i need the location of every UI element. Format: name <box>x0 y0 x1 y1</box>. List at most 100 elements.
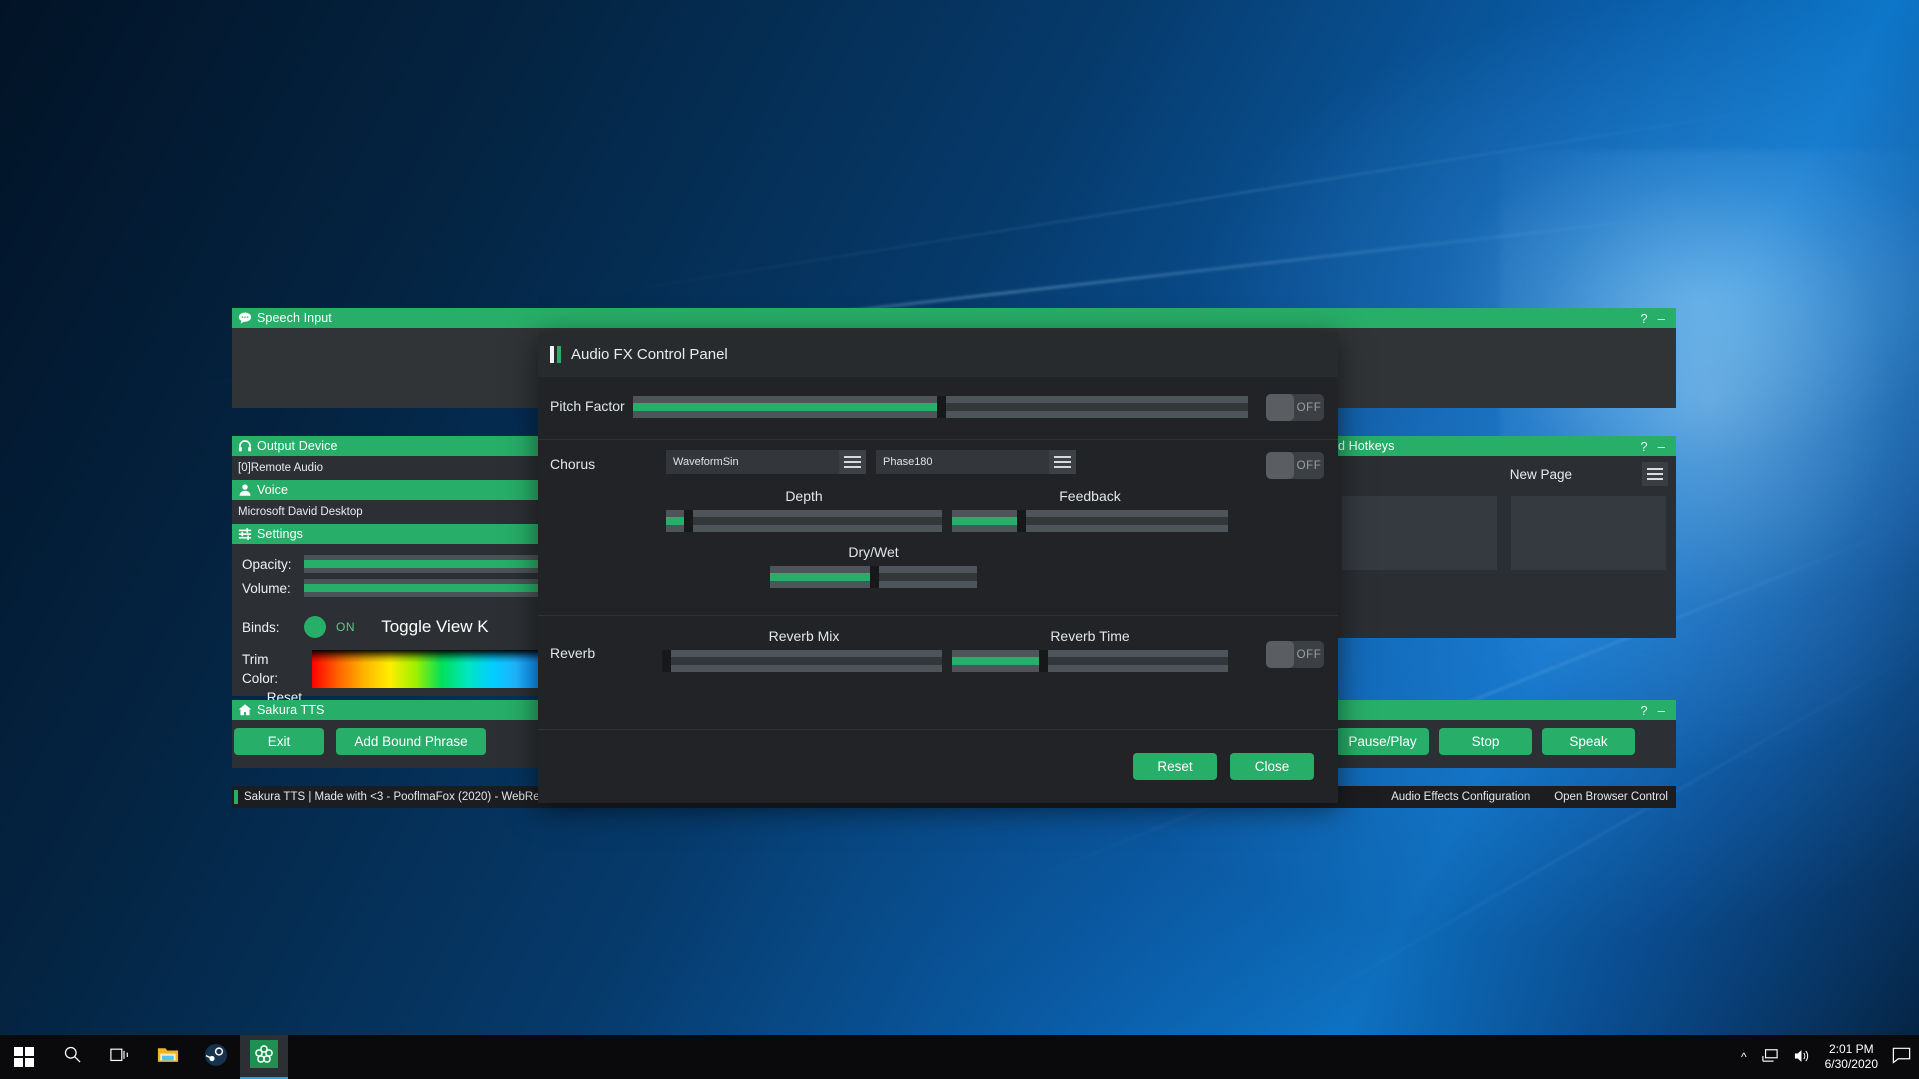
help-button[interactable]: ? <box>1635 312 1652 325</box>
file-explorer-button[interactable] <box>144 1035 192 1079</box>
status-accent-mark <box>234 790 238 804</box>
reverb-mix-slider[interactable] <box>662 650 942 672</box>
settings-body: Opacity: Volume: Binds: ON Toggle View K <box>232 544 552 705</box>
task-view-button[interactable] <box>96 1035 144 1079</box>
stop-button[interactable]: Stop <box>1439 728 1532 755</box>
player-header: ? – <box>1332 700 1676 720</box>
volume-slider[interactable] <box>304 579 548 597</box>
new-page-label[interactable]: New Page <box>1510 467 1572 482</box>
reverb-label: Reverb <box>550 645 596 661</box>
hamburger-icon[interactable] <box>1049 450 1076 474</box>
person-icon <box>238 483 252 497</box>
close-button[interactable]: Close <box>1230 753 1314 780</box>
search-button[interactable] <box>48 1035 96 1079</box>
binds-label: Binds: <box>242 619 280 635</box>
show-hidden-icons-button[interactable]: ^ <box>1741 1050 1747 1064</box>
slider-handle[interactable] <box>936 396 946 418</box>
opacity-slider[interactable] <box>304 555 548 573</box>
sakura-tts-header: Sakura TTS <box>232 700 552 720</box>
voice-title: Voice <box>257 483 289 497</box>
reset-button[interactable]: Reset <box>1133 753 1217 780</box>
output-device-value[interactable]: [0]Remote Audio <box>232 456 552 480</box>
bound-hotkeys-title: d Hotkeys <box>1338 439 1395 453</box>
opacity-slider-fill <box>304 560 548 568</box>
slider-fill <box>633 403 941 411</box>
notification-icon[interactable] <box>1892 1047 1911 1067</box>
taskbar-clock[interactable]: 2:01 PM 6/30/2020 <box>1825 1042 1878 1072</box>
volume-row: Volume: <box>232 576 552 600</box>
trim-color-labels: Trim Color: Reset <box>242 650 304 707</box>
trim-color-picker[interactable] <box>312 650 548 688</box>
pitch-factor-toggle[interactable]: OFF <box>1266 394 1324 421</box>
sakura-tts-button[interactable] <box>240 1035 288 1079</box>
open-browser-control-link[interactable]: Open Browser Control <box>1554 791 1668 803</box>
slider-handle[interactable] <box>869 566 879 588</box>
help-button[interactable]: ? <box>1635 440 1652 453</box>
clock-time: 2:01 PM <box>1828 1042 1874 1056</box>
network-icon[interactable] <box>1761 1048 1779 1067</box>
minimize-button[interactable]: – <box>1653 312 1670 325</box>
toggle-state-label: OFF <box>1296 459 1322 472</box>
binds-toggle[interactable] <box>304 616 326 638</box>
sakura-tts-panel: Sakura TTS Exit Add Bound Phrase <box>232 700 552 768</box>
settings-header: Settings <box>232 524 552 544</box>
steam-button[interactable] <box>192 1035 240 1079</box>
toggle-state-label: OFF <box>1296 401 1322 414</box>
reverb-slider-row: Reverb Mix Reverb Time <box>662 628 1228 672</box>
slider-handle[interactable] <box>1017 510 1026 532</box>
depth-control: Depth <box>666 488 942 532</box>
volume-slider-fill <box>304 584 548 592</box>
chorus-toggle[interactable]: OFF <box>1266 452 1324 479</box>
slider-handle[interactable] <box>1039 650 1049 672</box>
reverb-mix-label: Reverb Mix <box>768 628 840 644</box>
hamburger-icon[interactable] <box>1642 462 1668 486</box>
speaker-icon[interactable] <box>1793 1048 1811 1067</box>
system-tray: ^ 2:01 PM 6/30/2020 <box>1741 1042 1919 1072</box>
player-body: Pause/Play Stop Speak <box>1332 720 1676 768</box>
slider-track <box>666 517 942 525</box>
pitch-factor-label: Pitch Factor <box>550 398 625 414</box>
start-button[interactable] <box>0 1035 48 1079</box>
feedback-slider[interactable] <box>952 510 1228 532</box>
settings-panel: Settings Opacity: Volume: Binds: ON Togg… <box>232 524 552 705</box>
search-icon <box>63 1045 82 1069</box>
slider-handle[interactable] <box>662 650 671 672</box>
pitch-factor-section: Pitch Factor OFF <box>538 377 1338 439</box>
home-icon <box>238 703 252 717</box>
audio-fx-control-panel-dialog: Audio FX Control Panel Pitch Factor OFF … <box>538 332 1338 803</box>
sakura-tts-title: Sakura TTS <box>257 703 325 717</box>
help-button[interactable]: ? <box>1635 704 1652 717</box>
hotkey-card[interactable] <box>1511 496 1666 570</box>
add-bound-phrase-button[interactable]: Add Bound Phrase <box>336 728 486 755</box>
minimize-button[interactable]: – <box>1653 440 1670 453</box>
sakura-flower-icon <box>250 1039 278 1073</box>
speech-bubble-icon <box>238 311 252 325</box>
feedback-control: Feedback <box>952 488 1228 532</box>
minimize-button[interactable]: – <box>1653 704 1670 717</box>
folder-icon <box>157 1045 179 1069</box>
task-view-icon <box>110 1046 130 1069</box>
chorus-phase-dropdown[interactable]: Phase180 <box>876 450 1076 474</box>
chorus-slider-row: Depth Feedback <box>666 488 1228 532</box>
reverb-toggle[interactable]: OFF <box>1266 641 1324 668</box>
toggle-view-label: Toggle View K <box>381 617 489 636</box>
hamburger-icon[interactable] <box>839 450 866 474</box>
chorus-waveform-dropdown[interactable]: WaveformSin <box>666 450 866 474</box>
pause-play-button[interactable]: Pause/Play <box>1336 728 1429 755</box>
speak-button[interactable]: Speak <box>1542 728 1635 755</box>
drywet-slider[interactable] <box>770 566 977 588</box>
hotkey-card[interactable] <box>1342 496 1497 570</box>
pitch-factor-slider[interactable] <box>633 396 1248 418</box>
opacity-row: Opacity: <box>232 552 552 576</box>
depth-slider[interactable] <box>666 510 942 532</box>
voice-value[interactable]: Microsoft David Desktop <box>232 500 552 524</box>
depth-label: Depth <box>785 488 823 504</box>
player-panel: ? – Pause/Play Stop Speak <box>1332 700 1676 768</box>
bound-hotkeys-panel: d Hotkeys ? – New Page <box>1332 436 1676 638</box>
chorus-phase-value: Phase180 <box>876 450 1049 474</box>
audio-effects-configuration-link[interactable]: Audio Effects Configuration <box>1391 791 1530 803</box>
exit-button[interactable]: Exit <box>234 728 324 755</box>
slider-handle[interactable] <box>684 510 694 532</box>
reverb-time-slider[interactable] <box>952 650 1228 672</box>
slider-fill <box>952 517 1021 525</box>
